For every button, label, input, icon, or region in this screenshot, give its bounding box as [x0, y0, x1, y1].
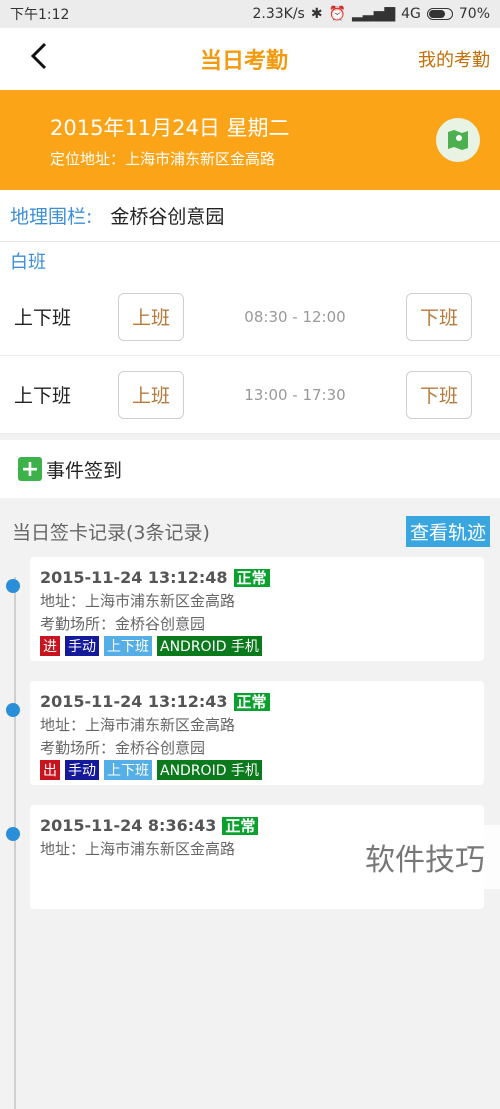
status-badge: 正常 [222, 817, 259, 835]
status-time: 下午1:12 [10, 7, 70, 23]
mode-tag: 手动 [65, 636, 99, 656]
record-time: 2015-11-24 13:12:48 [40, 568, 228, 587]
clock-out-button[interactable]: 下班 [406, 370, 472, 419]
status-icons: 2.33K/s ✱ ⏰ ▂▃▅▇ 4G 70% [252, 6, 490, 22]
shift-time: 08:30 - 12:00 [244, 307, 346, 326]
record-place: 考勤场所：金桥谷创意园 [40, 739, 206, 757]
clock-out-button[interactable]: 下班 [406, 292, 472, 341]
clock-in-button[interactable]: 上班 [118, 370, 184, 419]
shift-time: 13:00 - 17:30 [244, 385, 346, 404]
record-time: 2015-11-24 13:12:43 [40, 692, 228, 711]
battery-icon [426, 8, 453, 20]
map-icon [448, 130, 468, 150]
geo-fence: 地理围栏: 金桥谷创意园 [0, 190, 500, 242]
event-checkin-label: 事件签到 [46, 459, 123, 482]
mode-tag: 手动 [65, 760, 99, 780]
timeline-line [14, 577, 16, 1109]
status-badge: 正常 [233, 569, 270, 587]
geo-fence-value: 金桥谷创意园 [110, 206, 225, 228]
type-tag: 上下班 [104, 760, 152, 780]
event-checkin[interactable]: + 事件签到 [0, 440, 500, 498]
view-track-button[interactable]: 查看轨迹 [405, 516, 490, 547]
status-bar: 下午1:12 2.33K/s ✱ ⏰ ▂▃▅▇ 4G 70% [0, 0, 500, 28]
network-speed: 2.33K/s [252, 6, 305, 22]
geo-fence-label: 地理围栏: [10, 206, 93, 228]
plus-icon: + [18, 457, 42, 482]
record-tags: 出 手动 上下班 ANDROID 手机 [40, 760, 474, 780]
timeline-dot [6, 579, 20, 593]
direction-tag: 出 [40, 760, 60, 780]
record-card[interactable]: 2015-11-24 13:12:48 正常 地址：上海市浦东新区金高路 考勤场所… [6, 557, 484, 661]
shift-row: 上下班 上班 08:30 - 12:00 下班 [0, 278, 500, 356]
timeline-dot [6, 827, 20, 841]
record-address: 地址：上海市浦东新区金高路 [40, 592, 236, 610]
my-attendance-link[interactable]: 我的考勤 [418, 46, 490, 72]
shift-name: 上下班 [14, 307, 72, 329]
record-time: 2015-11-24 8:36:43 [40, 816, 217, 835]
alarm-icon: ⏰ [328, 6, 347, 22]
device-tag: ANDROID 手机 [157, 760, 262, 780]
direction-tag: 进 [40, 636, 60, 656]
shift-title: 白班 [0, 242, 500, 278]
record-card[interactable]: 2015-11-24 13:12:43 正常 地址：上海市浦东新区金高路 考勤场所… [6, 681, 484, 785]
battery-level: 70% [458, 6, 490, 22]
shift-row: 上下班 上班 13:00 - 17:30 下班 [0, 356, 500, 434]
banner-date: 2015年11月24日 星期二 [50, 115, 290, 140]
bluetooth-icon: ✱ [310, 6, 323, 22]
timeline-dot [6, 703, 20, 717]
device-tag: ANDROID 手机 [157, 636, 262, 656]
record-place: 考勤场所：金桥谷创意园 [40, 615, 206, 633]
shift-name: 上下班 [14, 385, 72, 407]
type-tag: 上下班 [104, 636, 152, 656]
page-title: 当日考勤 [199, 49, 288, 74]
records-title: 当日签卡记录(3条记录) [12, 522, 210, 544]
date-banner: 2015年11月24日 星期二 定位地址：上海市浦东新区金高路 [0, 90, 500, 190]
watermark: 软件技巧 [350, 825, 500, 889]
network-type: 4G [401, 6, 421, 22]
record-tags: 进 手动 上下班 ANDROID 手机 [40, 636, 474, 656]
back-icon[interactable] [30, 39, 70, 79]
nav-bar: 当日考勤 我的考勤 [0, 28, 500, 90]
records-header: 当日签卡记录(3条记录) 查看轨迹 [0, 498, 500, 557]
map-button[interactable] [436, 118, 480, 162]
status-badge: 正常 [233, 693, 270, 711]
banner-location: 定位地址：上海市浦东新区金高路 [50, 149, 276, 168]
record-address: 地址：上海市浦东新区金高路 [40, 716, 236, 734]
signal-icon: ▂▃▅▇ [352, 6, 396, 22]
clock-in-button[interactable]: 上班 [118, 292, 184, 341]
